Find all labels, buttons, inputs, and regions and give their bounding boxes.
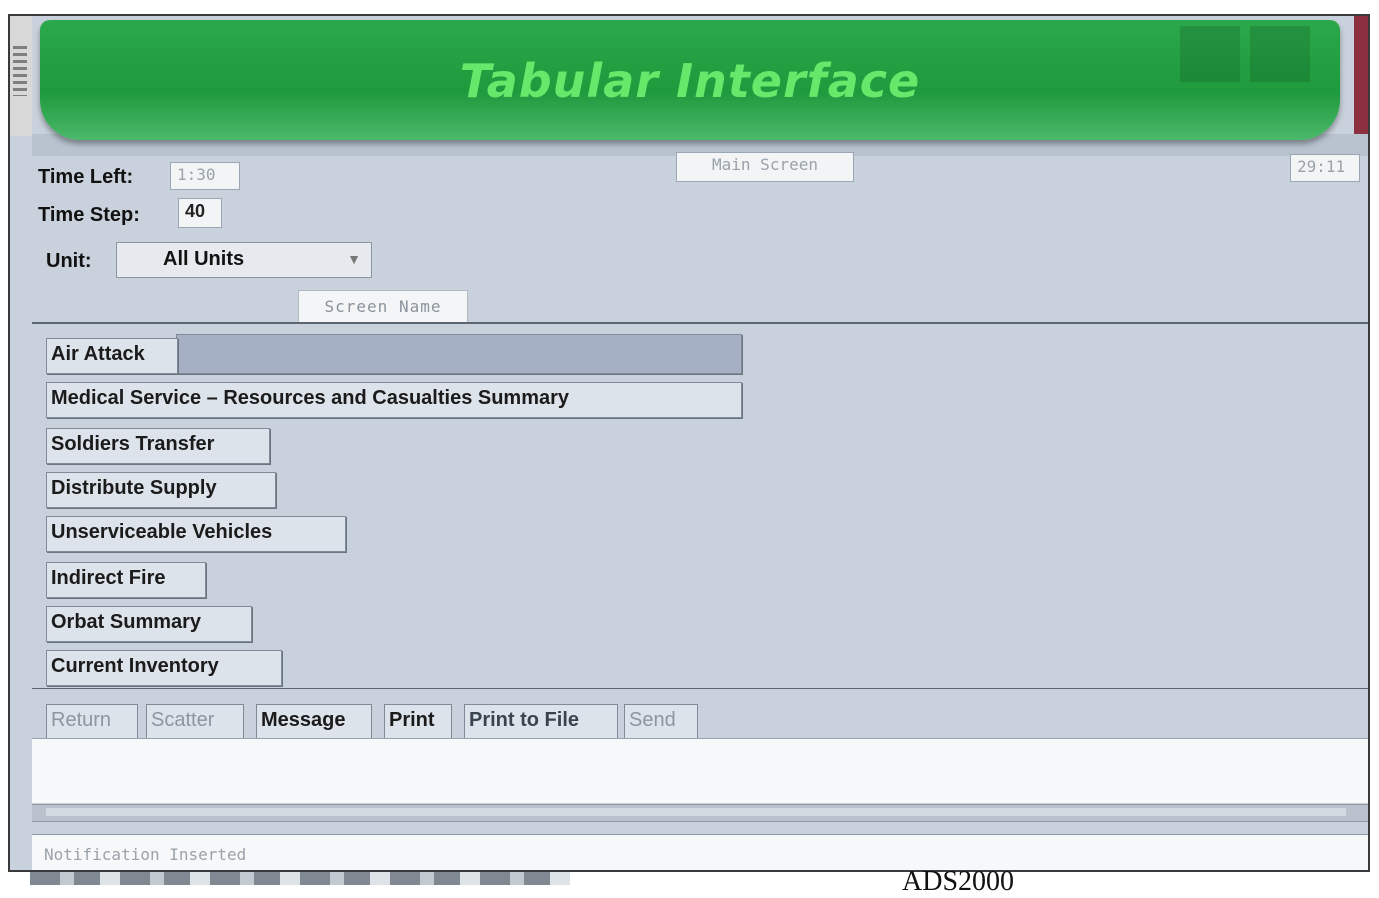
right-side-strip [1354,16,1368,136]
banner-window-icon [1250,26,1310,82]
time-step-label: Time Step: [38,204,140,226]
banner-title: Tabular Interface [459,54,921,108]
message-area[interactable] [32,738,1368,803]
tab-medical-service[interactable]: Medical Service – Resources and Casualti… [46,382,742,418]
print-to-file-button[interactable]: Print to File [464,704,618,740]
status-text: Notification Inserted [44,845,247,864]
status-bar: Notification Inserted [32,834,1368,870]
title-banner: Tabular Interface [40,20,1340,140]
scrollbar-thumb[interactable] [46,808,1346,816]
tab-orbat-summary[interactable]: Orbat Summary [46,606,252,642]
tab-current-inventory[interactable]: Current Inventory [46,650,282,686]
print-button[interactable]: Print [384,704,452,740]
active-tab-highlight [176,334,742,374]
divider [32,322,1368,324]
taskbar-strip [30,872,570,885]
screen-title-field: Main Screen [676,152,854,182]
horizontal-scrollbar[interactable] [32,804,1368,822]
corner-value-field: 29:11 [1290,154,1360,182]
send-button[interactable]: Send [624,704,698,740]
tab-distribute-supply[interactable]: Distribute Supply [46,472,276,508]
scatter-button[interactable]: Scatter [146,704,244,740]
application-window: Tabular Interface Main Screen 29:11 Time… [8,14,1370,872]
unit-select[interactable]: All Units ▼ [116,242,372,278]
message-button[interactable]: Message [256,704,372,740]
tab-soldiers-transfer[interactable]: Soldiers Transfer [46,428,270,464]
tab-air-attack[interactable]: Air Attack [46,338,178,374]
banner-window-icon [1180,26,1240,82]
time-left-field: 1:30 [170,162,240,190]
unit-select-value: All Units [163,248,245,270]
time-left-label: Time Left: [38,166,134,188]
figure-caption: ADS2000 [902,866,1015,897]
tab-unserviceable-vehicles[interactable]: Unserviceable Vehicles [46,516,346,552]
return-button[interactable]: Return [46,704,138,740]
time-step-field[interactable]: 40 [178,198,222,228]
divider [32,688,1368,689]
left-side-strip [10,16,32,136]
chevron-down-icon[interactable]: ▼ [347,251,361,267]
unit-label: Unit: [46,250,92,272]
screen-name-button[interactable]: Screen Name [298,290,468,324]
tab-indirect-fire[interactable]: Indirect Fire [46,562,206,598]
side-text-icon [13,46,27,96]
